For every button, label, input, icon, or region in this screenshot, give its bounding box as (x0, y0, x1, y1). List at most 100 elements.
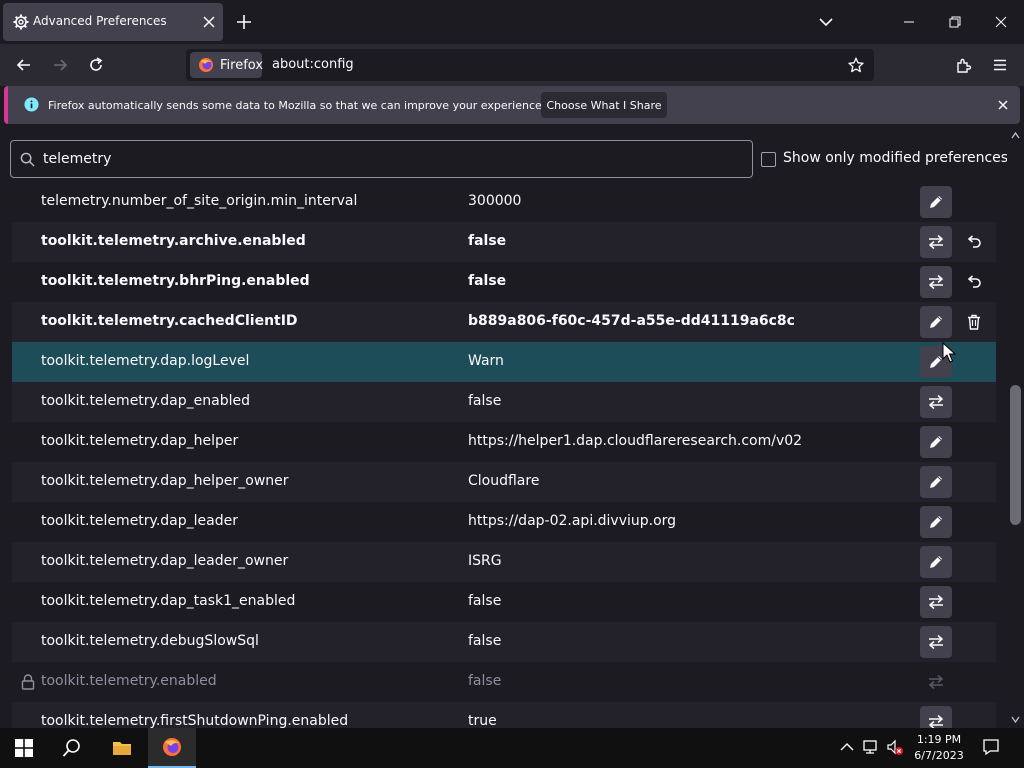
file-explorer-button[interactable] (98, 728, 146, 768)
toggle-button (920, 666, 952, 698)
close-icon[interactable] (996, 98, 1010, 112)
chevron-up-icon[interactable] (838, 738, 856, 756)
toggle-icon (928, 634, 944, 650)
scrollbar[interactable] (1007, 128, 1024, 728)
pref-row[interactable]: toolkit.telemetry.dap_enabled false (12, 382, 996, 422)
toggle-icon (928, 394, 944, 410)
taskbar: 1:19 PM 6/7/2023 (0, 728, 1024, 768)
gear-icon (13, 14, 29, 30)
pref-name: toolkit.telemetry.enabled (41, 673, 217, 689)
toggle-button[interactable] (920, 626, 952, 658)
toggle-icon (928, 674, 944, 690)
pref-value: ISRG (468, 553, 502, 569)
pref-value: false (468, 633, 502, 649)
pref-row[interactable]: toolkit.telemetry.cachedClientID b889a806… (12, 302, 996, 342)
pref-row[interactable]: toolkit.telemetry.dap_helper https://help… (12, 422, 996, 462)
notification-message: Firefox automatically sends some data to… (48, 99, 546, 112)
show-modified-checkbox[interactable] (761, 152, 776, 167)
edit-button[interactable] (920, 186, 952, 218)
prefs-table: telemetry.number_of_site_origin.min_inte… (12, 182, 996, 728)
url-bar[interactable]: Firefox about:config (186, 49, 874, 81)
pref-row[interactable]: toolkit.telemetry.bhrPing.enabled false (12, 262, 996, 302)
minimize-icon (904, 21, 914, 23)
scroll-up-arrow-icon[interactable] (1011, 131, 1020, 140)
edit-icon (930, 516, 942, 528)
clock-time: 1:19 PM (916, 733, 962, 746)
reload-button[interactable] (82, 52, 110, 78)
close-window-button[interactable] (978, 0, 1024, 44)
edit-button[interactable] (920, 546, 952, 578)
toggle-button[interactable] (920, 586, 952, 618)
pref-value: https://helper1.dap.cloudflareresearch.c… (468, 433, 803, 449)
clock[interactable]: 1:19 PM 6/7/2023 (904, 732, 974, 764)
pref-row[interactable]: toolkit.telemetry.enabled false (12, 662, 996, 702)
extensions-button[interactable] (950, 52, 978, 78)
pref-name: toolkit.telemetry.debugSlowSql (41, 633, 259, 649)
search-button[interactable] (48, 728, 96, 768)
delete-button[interactable] (962, 310, 986, 334)
pref-row[interactable]: toolkit.telemetry.dap_task1_enabled false (12, 582, 996, 622)
restore-button[interactable] (932, 0, 978, 44)
pref-name: telemetry.number_of_site_origin.min_inte… (41, 193, 358, 209)
close-tab-icon[interactable] (201, 14, 217, 30)
toggle-icon (928, 594, 944, 610)
pref-value: 300000 (468, 193, 522, 209)
toggle-button[interactable] (920, 226, 952, 258)
scroll-down-arrow-icon[interactable] (1011, 715, 1020, 724)
bookmark-star-icon[interactable] (848, 57, 864, 73)
back-arrow-icon (16, 59, 30, 71)
pref-value: false (468, 393, 502, 409)
start-button[interactable] (0, 728, 48, 768)
reset-button[interactable] (962, 270, 986, 294)
volume-muted-icon[interactable] (886, 738, 904, 756)
minimize-button[interactable] (886, 0, 932, 44)
new-tab-icon[interactable] (236, 14, 252, 30)
reset-icon (967, 275, 981, 288)
forward-button[interactable] (46, 52, 74, 78)
edit-button[interactable] (920, 506, 952, 538)
choose-what-i-share-button[interactable]: Choose What I Share (541, 92, 667, 118)
pref-row[interactable]: toolkit.telemetry.dap.logLevel Warn (12, 342, 996, 382)
back-button[interactable] (10, 52, 38, 78)
folder-icon (113, 742, 131, 755)
notifications-icon[interactable] (982, 738, 1000, 756)
menu-button[interactable] (986, 52, 1014, 78)
pref-row[interactable]: toolkit.telemetry.dap_leader_owner ISRG (12, 542, 996, 582)
edit-button[interactable] (920, 426, 952, 458)
toggle-button[interactable] (920, 266, 952, 298)
pref-name: toolkit.telemetry.dap_enabled (41, 393, 250, 409)
edit-icon (930, 556, 942, 568)
edit-icon (930, 196, 942, 208)
pref-value: false (468, 273, 507, 289)
pref-row[interactable]: toolkit.telemetry.archive.enabled false (12, 222, 996, 262)
pref-row[interactable]: toolkit.telemetry.dap_helper_owner Cloudf… (12, 462, 996, 502)
toggle-button[interactable] (920, 706, 952, 728)
search-input[interactable]: telemetry (10, 140, 753, 178)
tab-advanced-preferences[interactable]: Advanced Preferences (3, 3, 223, 41)
identity-label: Firefox (220, 58, 264, 73)
pref-row[interactable]: toolkit.telemetry.firstShutdownPing.enab… (12, 702, 996, 728)
network-icon[interactable] (862, 738, 880, 756)
pref-row[interactable]: toolkit.telemetry.dap_leader https://dap-… (12, 502, 996, 542)
pref-name: toolkit.telemetry.dap_task1_enabled (41, 593, 296, 609)
edit-button[interactable] (920, 306, 952, 338)
identity-box[interactable]: Firefox (190, 52, 264, 78)
firefox-taskbar-button[interactable] (148, 728, 196, 768)
chevron-down-icon[interactable] (818, 14, 834, 30)
pref-row[interactable]: telemetry.number_of_site_origin.min_inte… (12, 182, 996, 222)
edit-button[interactable] (920, 466, 952, 498)
hamburger-menu-icon (994, 59, 1006, 71)
reset-button[interactable] (962, 230, 986, 254)
url-text[interactable]: about:config (272, 57, 354, 72)
edit-icon (930, 476, 942, 488)
toggle-button[interactable] (920, 386, 952, 418)
pref-value: false (468, 593, 502, 609)
pref-name: toolkit.telemetry.firstShutdownPing.enab… (41, 713, 349, 728)
show-modified-label[interactable]: Show only modified preferences (783, 150, 1008, 166)
firefox-icon (199, 58, 213, 72)
pref-row[interactable]: toolkit.telemetry.debugSlowSql false (12, 622, 996, 662)
scrollbar-thumb[interactable] (1010, 385, 1021, 525)
data-collection-notification: Firefox automatically sends some data to… (4, 86, 1020, 124)
windows-logo-icon (15, 739, 33, 757)
pref-name: toolkit.telemetry.archive.enabled (41, 233, 306, 249)
